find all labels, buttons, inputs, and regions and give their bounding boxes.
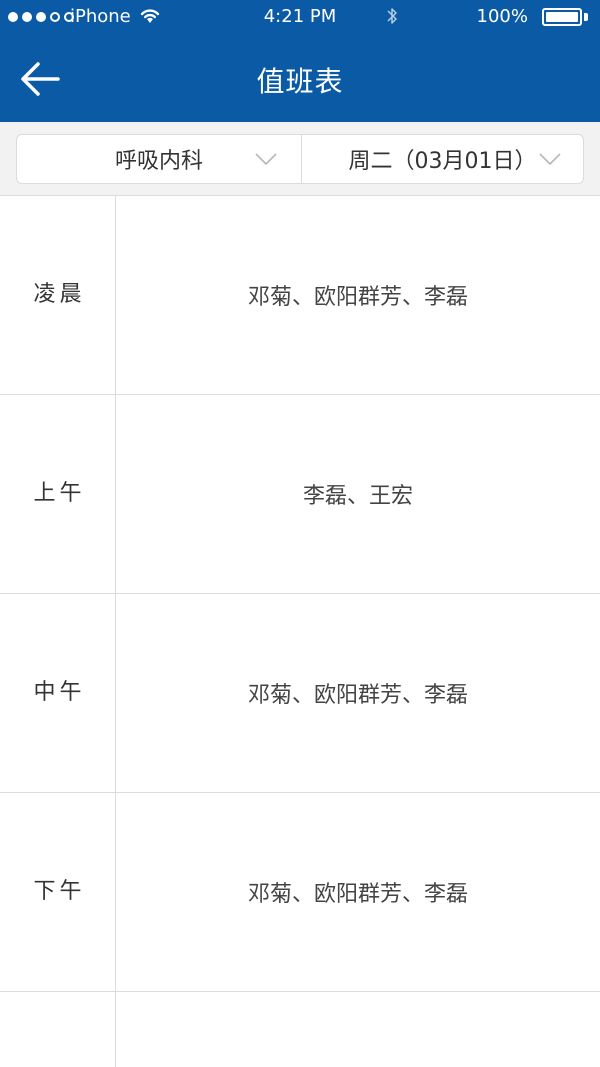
page-title: 值班表 xyxy=(256,65,344,98)
time-slot-label: 凌 晨 xyxy=(0,196,116,394)
department-dropdown[interactable]: 呼吸内科 xyxy=(17,135,301,183)
time-slot-label-line: 上 xyxy=(33,481,56,506)
time-slot-label-line: 午 xyxy=(59,879,82,904)
staff-names: 李磊、王宏 xyxy=(302,484,413,509)
filter-bar: 呼吸内科 周二（03月01日） xyxy=(0,122,600,196)
time-slot-label: 中 午 xyxy=(0,594,116,792)
time-slot-label-line: 午 xyxy=(59,481,82,506)
time-slot-label: 上 午 xyxy=(0,395,116,593)
chevron-down-icon xyxy=(255,153,277,165)
duty-schedule-table: 凌 晨 邓菊、欧阳群芳、李磊 上 午 李磊、王宏 中 午 邓菊、欧阳群芳、李磊 … xyxy=(0,196,600,1067)
filter-group: 呼吸内科 周二（03月01日） xyxy=(16,134,584,184)
battery-percentage: 100% xyxy=(476,6,528,27)
top-bar: iPhone 4:21 PM 100% 值班表 xyxy=(0,0,600,122)
chevron-down-icon xyxy=(539,153,561,165)
time-slot-label xyxy=(0,992,116,1067)
staff-names: 邓菊、欧阳群芳、李磊 xyxy=(247,285,468,310)
staff-names: 邓菊、欧阳群芳、李磊 xyxy=(247,683,468,708)
time-slot-label-line: 晨 xyxy=(59,282,82,307)
time-slot-label-line: 午 xyxy=(59,680,82,705)
time-slot-label-line: 下 xyxy=(33,879,56,904)
battery-nub xyxy=(584,13,588,21)
table-row xyxy=(0,992,600,1067)
table-row: 上 午 李磊、王宏 xyxy=(0,395,600,594)
battery-icon xyxy=(542,8,582,26)
battery-fill xyxy=(546,12,578,22)
navigation-bar: 值班表 xyxy=(0,34,600,122)
staff-names: 邓菊、欧阳群芳、李磊 xyxy=(247,882,468,907)
time-slot-label-line: 凌 xyxy=(33,282,56,307)
time-slot-label: 下 午 xyxy=(0,793,116,991)
app-root: iPhone 4:21 PM 100% 值班表 呼吸内科 周二（03月01日） … xyxy=(0,0,600,1067)
date-dropdown[interactable]: 周二（03月01日） xyxy=(301,135,583,183)
table-row: 凌 晨 邓菊、欧阳群芳、李磊 xyxy=(0,196,600,395)
table-row: 下 午 邓菊、欧阳群芳、李磊 xyxy=(0,793,600,992)
status-bar: iPhone 4:21 PM 100% xyxy=(0,0,600,34)
bluetooth-icon xyxy=(387,8,397,24)
table-row: 中 午 邓菊、欧阳群芳、李磊 xyxy=(0,594,600,793)
time-slot-label-line: 中 xyxy=(33,680,56,705)
staff-names xyxy=(116,992,600,1067)
